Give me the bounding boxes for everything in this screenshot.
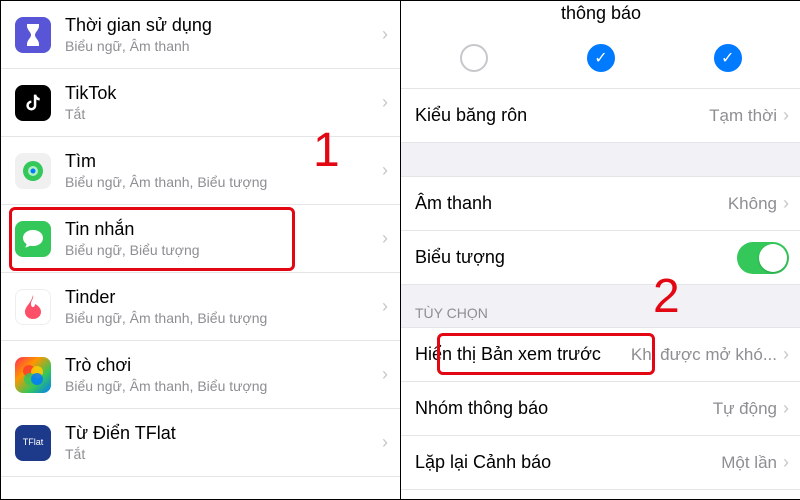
row-screentime[interactable]: Thời gian sử dụng Biểu ngữ, Âm thanh › [1,1,400,69]
row-repeat[interactable]: Lặp lại Cảnh báo Một lần › [401,436,800,490]
repeat-label: Lặp lại Cảnh báo [415,452,715,474]
app-sub: Biểu ngữ, Biểu tượng [65,242,376,258]
row-sound[interactable]: Âm thanh Không › [401,177,800,231]
row-games[interactable]: Trò chơi Biểu ngữ, Âm thanh, Biểu tượng … [1,341,400,409]
chevron-right-icon: › [382,92,388,113]
tflat-icon: TFlat [15,425,51,461]
row-banner-style[interactable]: Kiểu băng rôn Tạm thời › [401,89,800,143]
sound-value: Không [728,194,777,214]
tinder-icon [15,289,51,325]
row-badge[interactable]: Biểu tượng [401,231,800,285]
row-tflat[interactable]: TFlat Từ Điển TFlat Tắt › [1,409,400,477]
badge-toggle[interactable] [737,242,789,274]
settings-app-list: Thời gian sử dụng Biểu ngữ, Âm thanh › T… [1,1,401,499]
app-sub: Biểu ngữ, Âm thanh [65,38,376,54]
chevron-right-icon: › [382,296,388,317]
preview-label: Hiển thị Bản xem trước [415,344,625,366]
sound-label: Âm thanh [415,193,722,215]
alert-styles-row: ✓ ✓ [401,30,800,89]
chevron-right-icon: › [382,364,388,385]
chevron-right-icon: › [783,452,789,473]
alert-style-option-3[interactable]: ✓ [714,44,742,72]
chevron-right-icon: › [382,228,388,249]
app-sub: Biểu ngữ, Âm thanh, Biểu tượng [65,310,376,326]
chevron-right-icon: › [382,432,388,453]
app-sub: Biểu ngữ, Âm thanh, Biểu tượng [65,378,376,394]
row-find[interactable]: Tìm Biểu ngữ, Âm thanh, Biểu tượng › [1,137,400,205]
app-title: Tinder [65,287,376,309]
chevron-right-icon: › [783,193,789,214]
app-title: TikTok [65,83,376,105]
row-tinder[interactable]: Tinder Biểu ngữ, Âm thanh, Biểu tượng › [1,273,400,341]
app-sub: Tắt [65,106,376,122]
row-tiktok[interactable]: TikTok Tắt › [1,69,400,137]
page-title: thông báo [401,1,800,30]
hourglass-icon [15,17,51,53]
banner-style-value: Tạm thời [709,106,777,126]
app-title: Tìm [65,151,376,173]
gamecenter-icon [15,357,51,393]
chevron-right-icon: › [783,398,789,419]
app-title: Thời gian sử dụng [65,15,376,37]
banner-style-label: Kiểu băng rôn [415,105,703,127]
tiktok-icon [15,85,51,121]
row-messages[interactable]: Tin nhắn Biểu ngữ, Biểu tượng › [1,205,400,273]
row-preview[interactable]: Hiển thị Bản xem trước Khi được mở khó..… [401,328,800,382]
app-sub: Tắt [65,446,376,462]
app-title: Tin nhắn [65,219,376,241]
alert-style-option-1[interactable] [460,44,488,72]
app-sub: Biểu ngữ, Âm thanh, Biểu tượng [65,174,376,190]
preview-value: Khi được mở khó... [631,345,777,365]
chevron-right-icon: › [382,24,388,45]
repeat-value: Một lần [721,453,777,473]
chevron-right-icon: › [783,105,789,126]
findmy-icon [15,153,51,189]
notification-settings: thông báo ✓ ✓ Kiểu băng rôn Tạm thời › Â… [401,1,800,499]
row-group[interactable]: Nhóm thông báo Tự động › [401,382,800,436]
chevron-right-icon: › [783,344,789,365]
alert-style-option-2[interactable]: ✓ [587,44,615,72]
badge-label: Biểu tượng [415,247,737,269]
messages-icon [15,221,51,257]
app-title: Trò chơi [65,355,376,377]
group-value: Tự động [713,399,777,419]
app-title: Từ Điển TFlat [65,423,376,445]
section-gap [401,143,800,177]
group-label: Nhóm thông báo [415,398,707,420]
options-header: TÙY CHỌN [401,285,800,328]
chevron-right-icon: › [382,160,388,181]
